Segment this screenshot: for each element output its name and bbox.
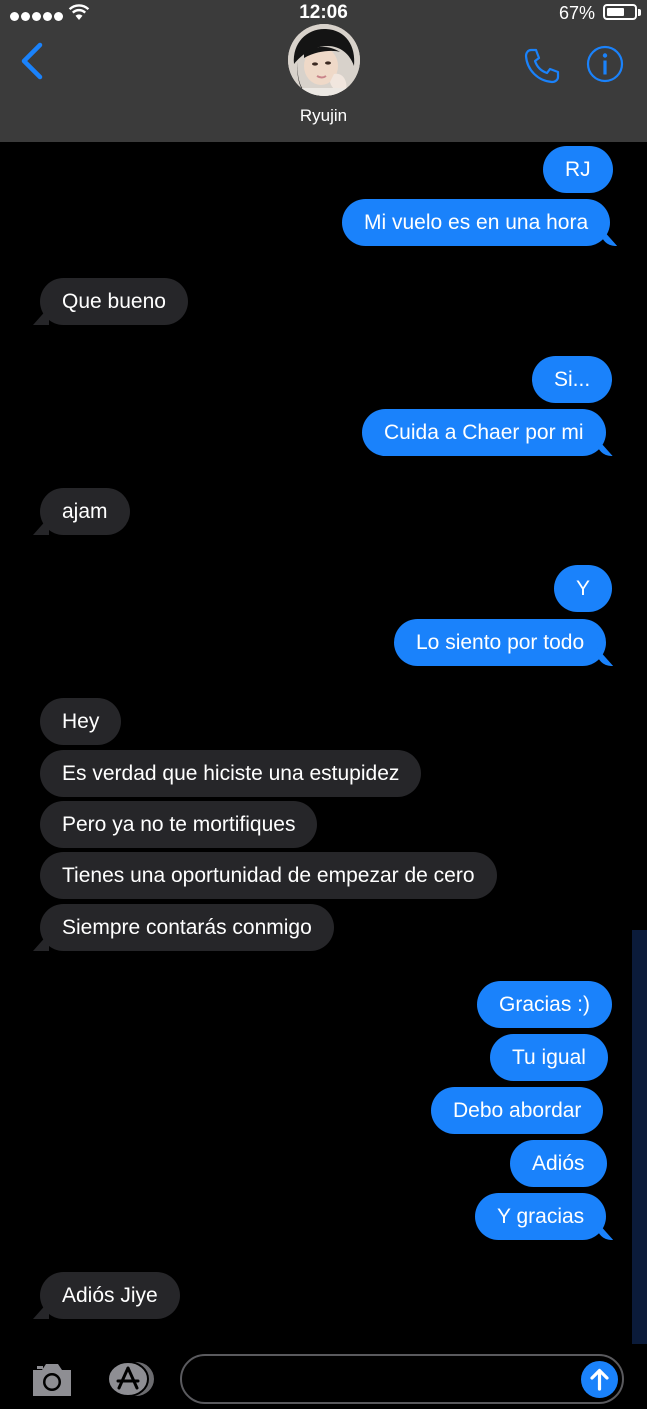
message-bubble-sent[interactable]: Y <box>554 565 613 612</box>
message-bubble-sent[interactable]: Cuida a Chaer por mi <box>362 409 606 456</box>
message-bubble-received[interactable]: Tienes una oportunidad de empezar de cer… <box>40 852 497 899</box>
phone-icon[interactable] <box>522 46 562 86</box>
app-store-icon[interactable] <box>104 1361 156 1397</box>
chevron-left-icon[interactable] <box>18 42 46 80</box>
message-bubble-received[interactable]: Siempre contarás conmigo <box>40 904 334 951</box>
message-bubble-sent[interactable]: Gracias :) <box>477 981 613 1028</box>
message-bubble-received[interactable]: Es verdad que hiciste una estupidez <box>40 750 422 797</box>
battery-percentage: 67% <box>558 3 595 23</box>
message-bubble-received[interactable]: Hey <box>40 698 122 745</box>
message-bubble-sent[interactable]: Mi vuelo es en una hora <box>342 199 611 246</box>
message-bubble-sent[interactable]: Adiós <box>510 1140 607 1187</box>
contact-avatar[interactable] <box>288 24 360 96</box>
send-arrow-icon[interactable] <box>581 1361 618 1398</box>
status-bar: 12:06 67% <box>0 0 647 26</box>
avatar-photo <box>288 24 360 96</box>
message-bubble-sent[interactable]: Si... <box>532 356 613 403</box>
info-icon[interactable] <box>586 45 624 83</box>
message-bubble-sent[interactable]: Y gracias <box>475 1193 607 1240</box>
message-bubble-received[interactable]: Pero ya no te mortifiques <box>40 801 318 848</box>
battery-icon <box>603 4 637 20</box>
conversation-header: 12:06 67% Ryujin <box>0 0 647 142</box>
message-bubble-received[interactable]: ajam <box>40 488 130 535</box>
status-time: 12:06 <box>299 2 348 23</box>
message-bubble-sent[interactable]: RJ <box>543 146 613 193</box>
message-bubble-received[interactable]: Adiós Jiye <box>40 1272 180 1319</box>
message-bubble-received[interactable]: Que bueno <box>40 278 188 325</box>
message-bubble-sent[interactable]: Tu igual <box>490 1034 608 1081</box>
message-input[interactable] <box>180 1354 624 1404</box>
scroll-indicator[interactable] <box>632 930 647 1344</box>
message-bubble-sent[interactable]: Lo siento por todo <box>394 619 607 666</box>
contact-name[interactable]: Ryujin <box>0 106 647 126</box>
camera-icon[interactable] <box>30 1360 74 1398</box>
message-bubble-sent[interactable]: Debo abordar <box>431 1087 604 1134</box>
battery-cap <box>638 9 641 16</box>
